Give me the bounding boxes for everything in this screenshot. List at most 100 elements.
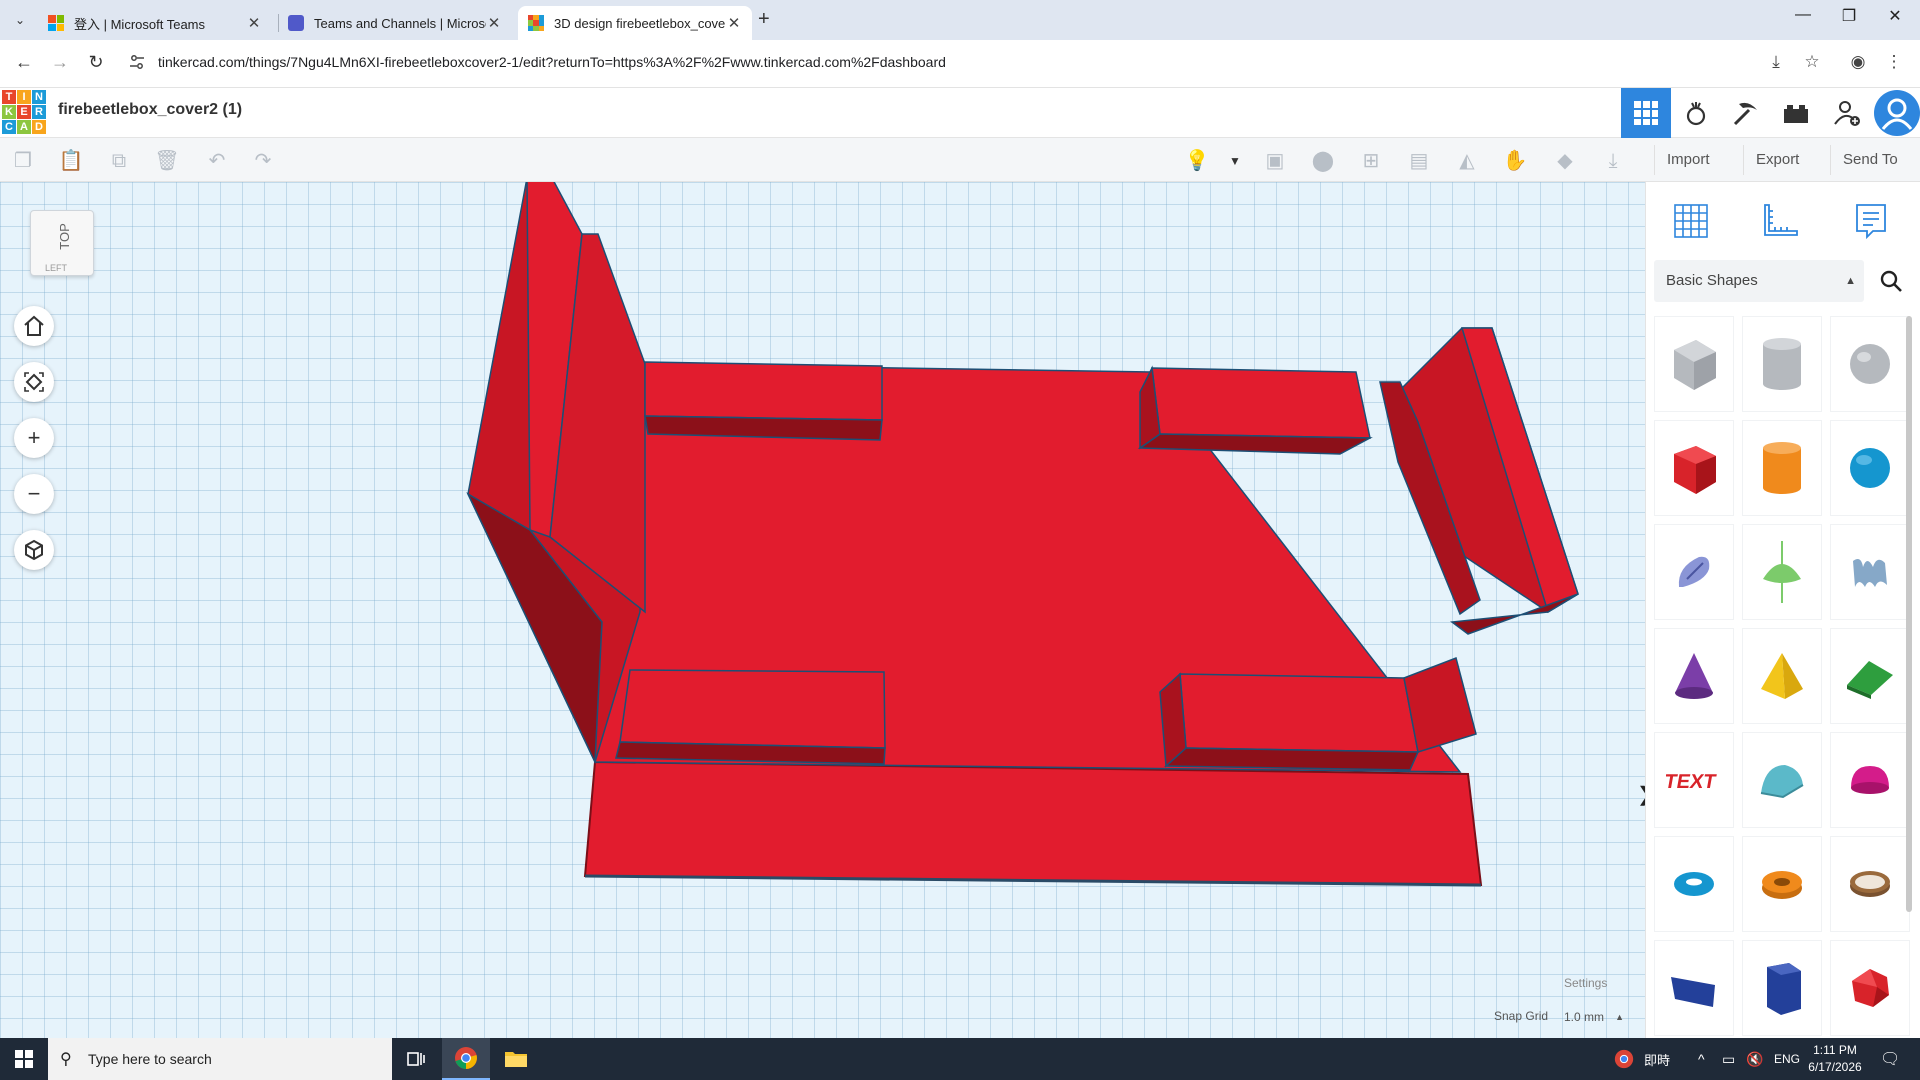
tinkercad-logo[interactable]: T I N K E R C A D [2,90,46,134]
shape-icosahedron[interactable] [1830,940,1910,1036]
bookmark-star-icon[interactable]: ☆ [1800,52,1824,72]
shape-cone[interactable] [1654,628,1734,724]
tab-search-dropdown[interactable]: ⌄ [8,8,32,32]
cruise-icon[interactable]: ✋ [1502,148,1528,174]
send-to-button[interactable]: Send To [1830,145,1910,175]
workplane-tool-icon[interactable]: ◆ [1552,148,1578,174]
browser-tab-tinkercad[interactable]: 3D design firebeetlebox_cover2 (1) | Tin… [518,6,752,40]
flip-icon[interactable]: ▤ [1406,148,1432,174]
ruler-button[interactable] [1754,196,1804,246]
import-button[interactable]: Import [1654,145,1722,175]
shape-sphere-hole[interactable] [1830,316,1910,412]
top-right-block-top [1151,367,1371,439]
start-button[interactable] [0,1038,48,1080]
new-tab-button[interactable]: + [758,8,770,31]
forward-icon[interactable]: → [48,52,72,73]
shape-cylinder[interactable] [1742,420,1822,516]
file-explorer-taskbar-button[interactable] [492,1038,540,1080]
taskbar-search-input[interactable]: ⚲ Type here to search [48,1038,392,1080]
paste-icon[interactable]: 📋 [58,148,84,174]
shape-wedge[interactable] [1654,940,1734,1036]
shape-ring[interactable] [1830,836,1910,932]
drop-to-plane-icon[interactable]: ⤓ [1600,148,1626,174]
3d-design-view-button[interactable] [1621,88,1671,138]
site-info-icon[interactable] [128,53,148,73]
shapes-panel-scrollbar[interactable] [1906,316,1912,912]
close-tab-icon[interactable]: ✕ [486,14,502,32]
close-tab-icon[interactable]: ✕ [726,14,742,32]
input-language-indicator[interactable]: ENG [1774,1038,1800,1080]
shape-half-cylinder[interactable] [1742,732,1822,828]
3d-model-scene[interactable] [0,182,1645,1038]
shape-box-hole[interactable] [1654,316,1734,412]
workplane-panel-button[interactable] [1666,196,1716,246]
mirror-icon[interactable]: ◭ [1454,148,1480,174]
restore-window-icon[interactable]: ❐ [1826,6,1872,26]
view-cube[interactable]: TOP LEFT [30,210,94,276]
taskbar-clock[interactable]: 1:11 PM 6/17/2026 [1800,1042,1870,1076]
align-icon[interactable]: ⊞ [1358,148,1384,174]
minimize-window-icon[interactable]: — [1780,6,1826,24]
show-hidden-icons-chevron-up-icon[interactable]: ^ [1698,1038,1705,1080]
invite-collaborator-button[interactable] [1822,88,1872,138]
redo-icon[interactable]: ↷ [250,148,276,174]
browser-menu-icon[interactable]: ⋮ [1882,52,1906,72]
design-title[interactable]: firebeetlebox_cover2 (1) [58,101,242,119]
chrome-tray-icon[interactable] [1614,1038,1634,1080]
ungroup-icon[interactable]: ⬤ [1310,148,1336,174]
browser-tab-teams-login[interactable]: 登入 | Microsoft Teams ✕ [38,6,272,40]
close-tab-icon[interactable]: ✕ [246,14,262,32]
browser-tab-teams-channels[interactable]: Teams and Channels | Microsoft Teams ✕ [278,6,512,40]
shape-library-select[interactable]: Basic Shapes ▲ [1654,260,1864,302]
perspective-toggle-button[interactable] [14,530,54,570]
export-button[interactable]: Export [1743,145,1811,175]
chrome-taskbar-button[interactable] [442,1038,490,1080]
undo-icon[interactable]: ↶ [204,148,230,174]
back-icon[interactable]: ← [12,52,36,73]
chrome-logo-icon [455,1047,477,1069]
shape-scribble[interactable] [1654,524,1734,620]
shape-half-sphere[interactable] [1830,732,1910,828]
shape-box[interactable] [1654,420,1734,516]
install-app-icon[interactable]: ⤓ [1764,52,1788,72]
chevron-down-icon[interactable]: ▼ [1222,148,1248,174]
reload-icon[interactable]: ↻ [84,52,108,73]
shape-search-button[interactable] [1868,260,1914,302]
delete-icon[interactable]: 🗑 [154,148,180,174]
volume-muted-icon[interactable]: 🔇 [1746,1038,1763,1080]
zoom-out-button[interactable]: − [14,474,54,514]
shape-paraboloid[interactable] [1742,524,1822,620]
shape-pyramid[interactable] [1742,628,1822,724]
task-view-button[interactable] [392,1038,440,1080]
shape-generator[interactable] [1830,524,1910,620]
shape-roof[interactable] [1830,628,1910,724]
fit-view-button[interactable] [14,362,54,402]
copy-icon[interactable]: ❐ [10,148,36,174]
close-window-icon[interactable]: ✕ [1872,6,1918,26]
workplane-settings-link[interactable]: Settings [1564,976,1607,990]
shape-torus[interactable] [1654,836,1734,932]
shape-tube[interactable] [1742,836,1822,932]
url-input[interactable]: tinkercad.com/things/7Ngu4LMn6XI-firebee… [158,54,946,70]
duplicate-icon[interactable]: ⧉ [106,148,132,174]
group-icon[interactable]: ▣ [1262,148,1288,174]
light-bulb-icon[interactable]: 💡 [1184,148,1210,174]
workplane-canvas[interactable]: TOP LEFT + − Settings Snap Grid 1.0 mm ▲… [0,182,1645,1038]
shape-cylinder-hole[interactable] [1742,316,1822,412]
bricks-view-button[interactable] [1771,88,1821,138]
zoom-in-button[interactable]: + [14,418,54,458]
ime-mode-indicator[interactable]: 即時 [1644,1038,1670,1080]
notes-button[interactable] [1846,196,1896,246]
network-icon[interactable]: ▭ [1722,1038,1735,1080]
home-view-button[interactable] [14,306,54,346]
profile-icon[interactable]: ◉ [1846,52,1870,72]
shape-polygon[interactable] [1742,940,1822,1036]
sim-lab-button[interactable] [1671,88,1721,138]
minecraft-build-button[interactable] [1721,88,1771,138]
shape-sphere[interactable] [1830,420,1910,516]
user-avatar[interactable] [1874,90,1920,136]
shape-text[interactable]: TEXT [1654,732,1734,828]
snap-grid-select[interactable]: 1.0 mm ▲ [1560,1006,1630,1028]
collapse-panel-chevron-icon[interactable]: ❯ [1637,782,1645,807]
notifications-icon[interactable]: 🗨 [1880,1038,1900,1080]
